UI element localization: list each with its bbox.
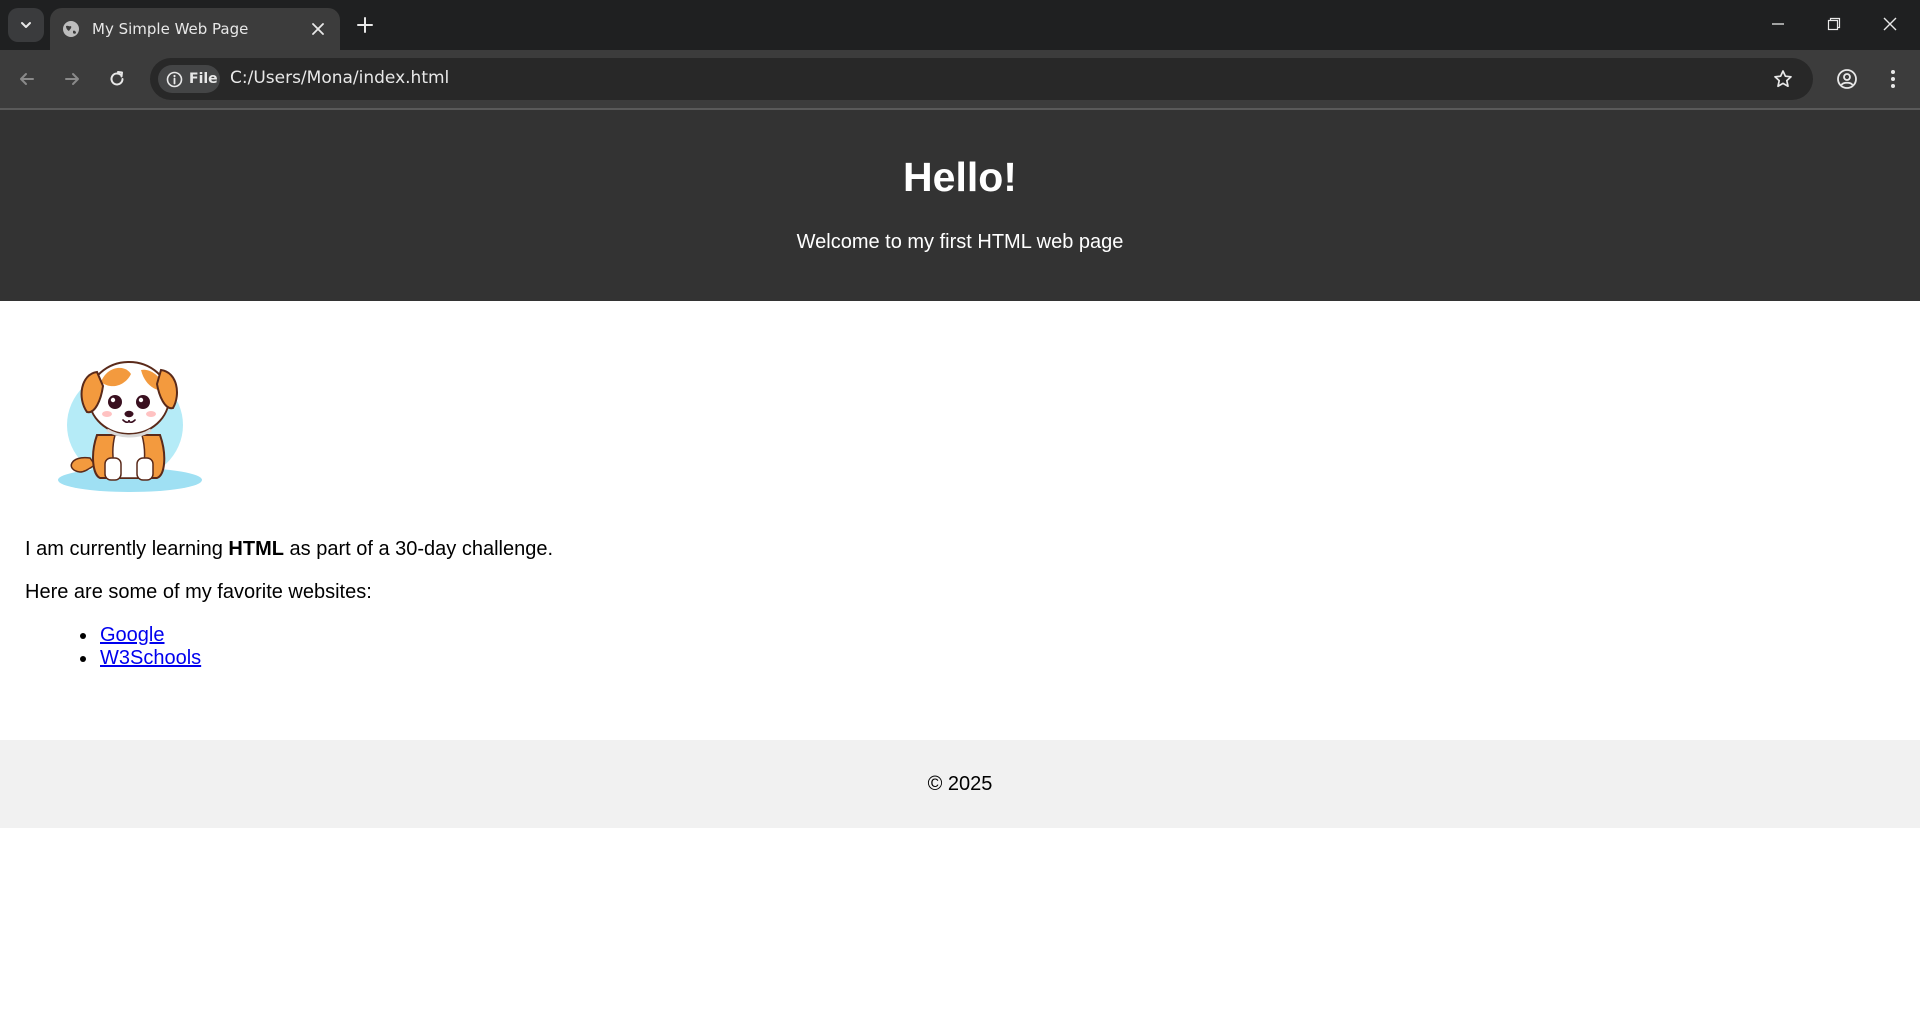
back-button[interactable]: [10, 62, 44, 96]
site-info-label: File: [189, 71, 218, 87]
url-text[interactable]: C:/Users/Mona/index.html: [230, 68, 449, 88]
arrow-right-icon: [65, 73, 79, 85]
copyright-text: © 2025: [927, 773, 993, 795]
restore-icon: [1827, 17, 1841, 31]
more-vertical-icon: [1891, 70, 1895, 88]
minimize-button[interactable]: [1750, 0, 1806, 48]
favorites-list: Google W3Schools: [75, 624, 201, 670]
restore-button[interactable]: [1806, 0, 1862, 48]
google-link[interactable]: Google: [100, 624, 165, 646]
site-info-chip[interactable]: File: [158, 65, 220, 93]
reload-icon: [110, 71, 124, 86]
page-footer: © 2025: [0, 740, 1920, 828]
page-main: I am currently learning HTML as part of …: [25, 330, 1895, 669]
close-tab-icon[interactable]: [306, 17, 330, 41]
plus-icon: [357, 17, 373, 33]
w3schools-link[interactable]: W3Schools: [100, 647, 201, 669]
address-bar[interactable]: File C:/Users/Mona/index.html: [150, 58, 1813, 100]
close-icon: [1883, 17, 1897, 31]
profile-button[interactable]: [1830, 62, 1864, 96]
browser-toolbar: File C:/Users/Mona/index.html: [0, 50, 1920, 108]
tab-title: My Simple Web Page: [92, 20, 249, 38]
active-tab[interactable]: My Simple Web Page: [50, 8, 340, 50]
intro-text-bold: HTML: [228, 538, 284, 560]
list-item: Google: [75, 624, 201, 647]
chevron-down-icon: [21, 22, 31, 28]
globe-icon: [62, 20, 80, 38]
intro-text: I am currently learning HTML as part of …: [25, 538, 553, 561]
arrow-left-icon: [20, 73, 34, 85]
tab-search-button[interactable]: [8, 8, 44, 42]
puppy-image: [58, 361, 202, 492]
page-title: Hello!: [903, 154, 1017, 200]
reload-button[interactable]: [100, 62, 134, 96]
new-tab-button[interactable]: [352, 12, 378, 38]
minimize-icon: [1772, 23, 1784, 25]
page-subtitle: Welcome to my first HTML web page: [796, 231, 1124, 253]
intro-text-start: I am currently learning: [25, 538, 229, 560]
tab-strip: My Simple Web Page: [0, 0, 1920, 50]
list-item: W3Schools: [75, 647, 201, 670]
page-header: Hello! Welcome to my first HTML web page: [0, 110, 1920, 301]
forward-button[interactable]: [55, 62, 89, 96]
info-icon: [166, 71, 183, 88]
bookmark-star-icon[interactable]: [1767, 63, 1799, 95]
close-window-button[interactable]: [1862, 0, 1918, 48]
menu-button[interactable]: [1876, 62, 1910, 96]
account-icon: [1837, 69, 1857, 89]
favorites-intro: Here are some of my favorite websites:: [25, 581, 372, 603]
intro-text-end: as part of a 30-day challenge.: [283, 538, 554, 560]
